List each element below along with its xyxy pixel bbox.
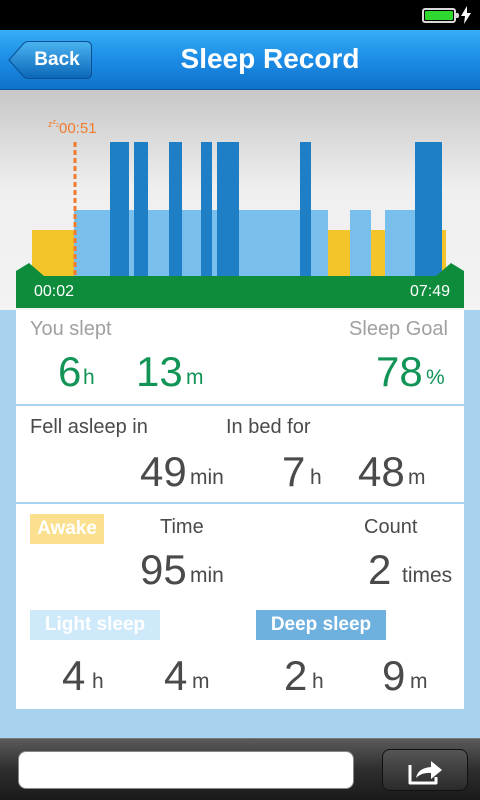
chart-segment-deep bbox=[217, 142, 239, 276]
slept-hours-value: 6 bbox=[58, 348, 82, 395]
chart-segment-deep bbox=[134, 142, 148, 276]
chart-segment-light bbox=[350, 210, 371, 276]
page-title: Sleep Record bbox=[180, 43, 360, 74]
light-sleep-badge: Light sleep bbox=[30, 610, 160, 640]
sleep-summary-panel: You slept Sleep Goal 6 h 13 m 78 % bbox=[16, 310, 464, 404]
fell-asleep-value: 49 bbox=[140, 448, 187, 495]
in-bed-minutes-value: 48 bbox=[358, 448, 405, 495]
sleep-onset-time: 00:51 bbox=[59, 120, 97, 137]
light-sleep-hours-value: 4 bbox=[62, 652, 86, 699]
back-button[interactable]: Back bbox=[8, 41, 92, 79]
zzz-icon: zzz bbox=[48, 119, 59, 129]
back-button-label: Back bbox=[34, 49, 80, 70]
battery-icon bbox=[422, 8, 459, 23]
chart-segment-deep bbox=[300, 142, 311, 276]
slept-hours-unit: h bbox=[83, 366, 95, 389]
sleep-goal-unit: % bbox=[426, 366, 445, 389]
share-arrow-icon bbox=[408, 761, 442, 785]
light-sleep-minutes-value: 4 bbox=[164, 652, 188, 699]
share-button[interactable] bbox=[382, 749, 468, 791]
deep-sleep-minutes-value: 9 bbox=[382, 652, 406, 699]
you-slept-label: You slept bbox=[30, 318, 112, 340]
deep-sleep-hours-value: 2 bbox=[284, 652, 308, 699]
awake-time-unit: min bbox=[190, 564, 224, 587]
chart-segment-deep bbox=[415, 142, 442, 276]
end-time: 07:49 bbox=[409, 283, 450, 300]
deep-sleep-hours-unit: h bbox=[312, 670, 324, 693]
in-bed-label: In bed for bbox=[226, 416, 311, 438]
fell-asleep-label: Fell asleep in bbox=[30, 416, 148, 438]
awake-time-label: Time bbox=[160, 516, 204, 538]
light-sleep-hours-unit: h bbox=[92, 670, 104, 693]
comment-input[interactable] bbox=[18, 751, 354, 789]
chart-segment-awake bbox=[328, 230, 350, 276]
awake-count-value: 2 bbox=[368, 546, 392, 593]
sleep-goal-label: Sleep Goal bbox=[349, 318, 448, 340]
battery-fill bbox=[425, 11, 453, 20]
in-bed-minutes-unit: m bbox=[408, 466, 426, 489]
navigation-bar: Back Sleep Record bbox=[0, 30, 480, 90]
start-time: 00:02 bbox=[34, 283, 75, 300]
charging-bolt-icon bbox=[461, 6, 471, 24]
chart-segment-deep bbox=[201, 142, 212, 276]
awake-count-unit: times bbox=[402, 564, 453, 587]
status-bar bbox=[0, 0, 480, 30]
chart-segment-awake bbox=[32, 230, 74, 276]
sleep-details-panel: Awake Time Count 95 min 2 times Light sl… bbox=[16, 504, 464, 709]
sleep-chart: zzz00:51 00:02 07:49 bbox=[0, 90, 480, 310]
deep-sleep-minutes-unit: m bbox=[410, 670, 428, 693]
in-bed-hours-value: 7 bbox=[282, 448, 306, 495]
chart-segment-deep bbox=[110, 142, 129, 276]
sleep-goal-value: 78 bbox=[376, 348, 423, 395]
deep-sleep-badge: Deep sleep bbox=[256, 610, 386, 640]
slept-minutes-value: 13 bbox=[136, 348, 183, 395]
slept-minutes-unit: m bbox=[186, 366, 204, 389]
light-sleep-minutes-unit: m bbox=[192, 670, 210, 693]
fell-asleep-unit: min bbox=[190, 466, 224, 489]
awake-time-value: 95 bbox=[140, 546, 187, 593]
awake-count-label: Count bbox=[364, 516, 418, 538]
in-bed-hours-unit: h bbox=[310, 466, 322, 489]
battery-nub bbox=[456, 13, 459, 18]
timeline-bar: 00:02 07:49 bbox=[16, 276, 464, 308]
chart-segment-deep bbox=[169, 142, 182, 276]
sleep-onset-label: zzz00:51 bbox=[48, 119, 97, 137]
awake-badge: Awake bbox=[30, 514, 104, 544]
bottom-toolbar bbox=[0, 738, 480, 800]
sleep-timing-panel: Fell asleep in In bed for 49 min 7 h 48 … bbox=[16, 406, 464, 502]
chart-segment-awake bbox=[371, 230, 385, 276]
